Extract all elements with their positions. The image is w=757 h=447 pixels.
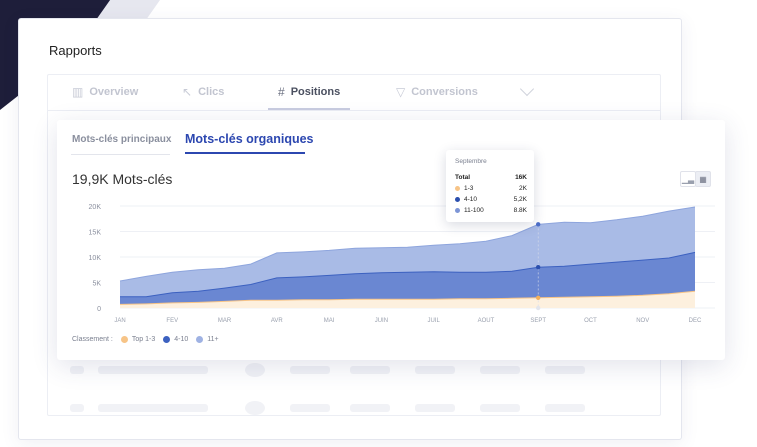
tab-conversions[interactable]: ▽ Conversions bbox=[396, 85, 478, 99]
tooltip-total-label: Total bbox=[455, 174, 471, 181]
tooltip-row-value: 8.8K bbox=[513, 207, 527, 214]
keywords-area-chart: 0 5K 10K 15K 20K JAN FEV MAR AVR MAI JUIN JUIL AOUT S… bbox=[89, 204, 715, 324]
y-tick-label: 0 bbox=[97, 306, 101, 313]
tooltip-total-row: Total 16K bbox=[455, 174, 527, 181]
legend-item-top-1-3: Top 1-3 bbox=[120, 336, 156, 343]
x-tick-label: SEPT bbox=[530, 318, 546, 324]
chevron-down-icon[interactable] bbox=[519, 81, 535, 97]
hover-point bbox=[535, 222, 541, 227]
y-tick-label: 15K bbox=[89, 230, 102, 237]
tooltip-total-value: 16K bbox=[515, 174, 527, 181]
y-tick-label: 10K bbox=[89, 255, 102, 262]
x-tick-label: MAI bbox=[324, 318, 335, 324]
tooltip-row-value: 2K bbox=[519, 185, 527, 192]
placeholder-row bbox=[50, 363, 610, 378]
x-tick-label: JAN bbox=[114, 318, 125, 324]
legend-title: Classement : bbox=[72, 336, 113, 343]
hover-point bbox=[535, 265, 541, 270]
tab-positions[interactable]: # Positions bbox=[278, 85, 340, 99]
legend-swatch bbox=[163, 336, 171, 343]
x-tick-label: AVR bbox=[271, 318, 284, 324]
y-tick-label: 5K bbox=[92, 281, 101, 288]
legend-label: 4-10 bbox=[174, 336, 189, 343]
tooltip-swatch bbox=[455, 208, 460, 213]
reports-title: Rapports bbox=[49, 43, 102, 58]
x-tick-label: JUIL bbox=[427, 318, 440, 324]
tab-conversions-label: Conversions bbox=[411, 86, 478, 98]
legend-item-11-plus: 11+ bbox=[196, 336, 219, 343]
placeholder-row bbox=[50, 401, 610, 416]
tab-overview[interactable]: ▥ Overview bbox=[72, 85, 138, 99]
tooltip-row-label: 11-100 bbox=[464, 207, 484, 214]
legend-item-4-10: 4-10 bbox=[163, 336, 188, 343]
legend-swatch bbox=[120, 336, 128, 343]
legend-label: 11+ bbox=[207, 336, 219, 343]
cursor-icon: ↖ bbox=[182, 85, 193, 99]
x-tick-label: OCT bbox=[584, 318, 597, 324]
chart-tooltip: Septembre Total 16K 1-3 2K 4-10 5,2K 11-… bbox=[446, 150, 534, 222]
x-tick-label: MAR bbox=[218, 318, 232, 324]
x-tick-label: FEV bbox=[166, 318, 178, 324]
tab-clics[interactable]: ↖ Clics bbox=[182, 85, 224, 99]
hover-point bbox=[535, 295, 541, 300]
x-tick-label: JUIN bbox=[375, 318, 388, 324]
hash-icon: # bbox=[278, 85, 285, 99]
tooltip-row: 1-3 2K bbox=[455, 185, 527, 192]
active-tab-indicator bbox=[268, 108, 350, 110]
legend-swatch bbox=[196, 336, 204, 343]
keywords-card: Mots-clés principaux Mots-clés organique… bbox=[57, 120, 725, 360]
tooltip-row: 4-10 5,2K bbox=[455, 196, 527, 203]
chart-legend: Classement : Top 1-3 4-10 11+ bbox=[72, 336, 219, 343]
legend-label: Top 1-3 bbox=[131, 336, 156, 343]
tab-positions-label: Positions bbox=[290, 86, 341, 98]
bar-chart-icon: ▥ bbox=[72, 85, 84, 99]
tooltip-swatch bbox=[455, 186, 460, 191]
x-tick-label: AOUT bbox=[478, 318, 495, 324]
tooltip-row-label: 1-3 bbox=[464, 185, 474, 192]
tab-clics-label: Clics bbox=[198, 86, 225, 98]
x-tick-label: DEC bbox=[689, 318, 702, 324]
tooltip-row-label: 4-10 bbox=[464, 196, 478, 203]
tab-overview-label: Overview bbox=[89, 86, 139, 98]
tooltip-swatch bbox=[455, 197, 460, 202]
tooltip-title: Septembre bbox=[455, 158, 487, 165]
hover-point bbox=[535, 305, 541, 311]
tooltip-row: 11-100 8.8K bbox=[455, 207, 527, 214]
filter-icon: ▽ bbox=[396, 85, 406, 99]
y-tick-label: 20K bbox=[89, 204, 102, 211]
x-tick-label: NOV bbox=[636, 318, 649, 324]
report-tabs: ▥ Overview ↖ Clics # Positions ▽ Convers… bbox=[48, 75, 660, 111]
tooltip-row-value: 5,2K bbox=[513, 196, 527, 203]
